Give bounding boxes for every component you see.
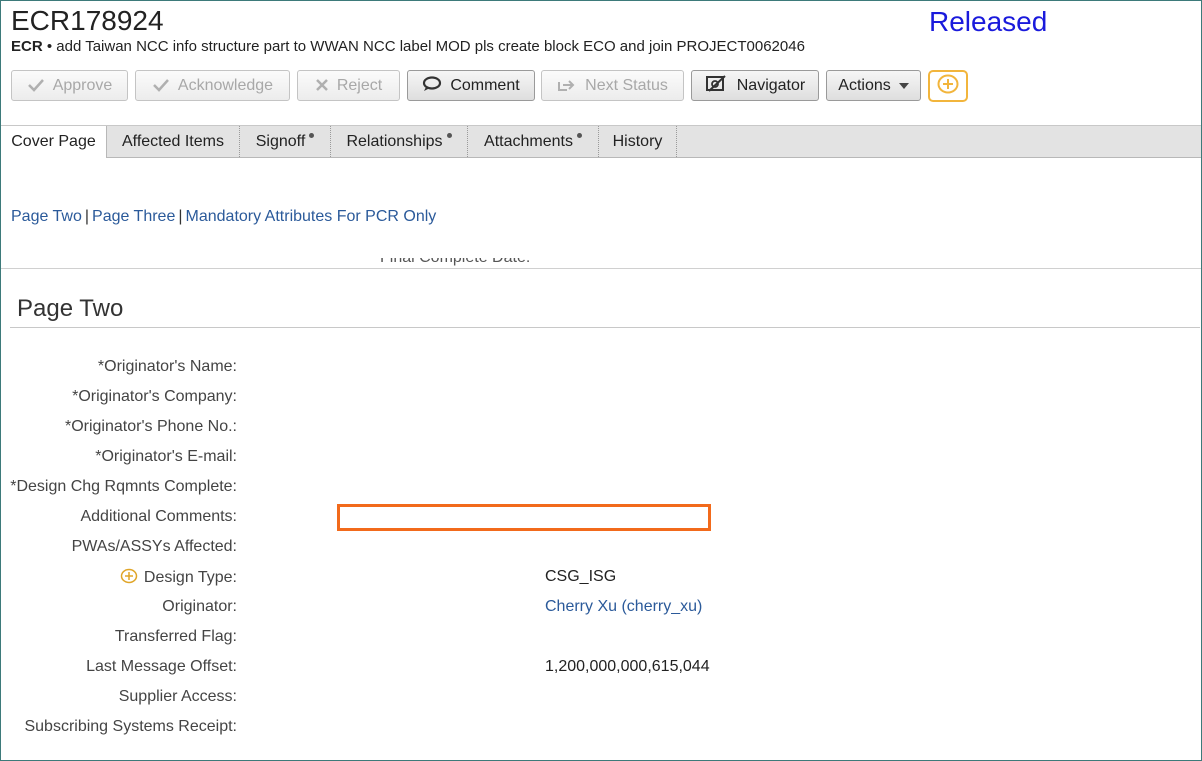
acknowledge-label: Acknowledge (177, 76, 274, 94)
field-row-subscribing-systems: Subscribing Systems Receipt: (0, 718, 900, 740)
indicator-dot-icon (576, 133, 582, 138)
reject-label: Reject (336, 76, 383, 94)
object-id-title: ECR178924 (11, 5, 164, 36)
reject-button[interactable]: Reject (297, 70, 400, 101)
field-row-originator-phone: *Originator's Phone No.: (0, 418, 900, 440)
field-row-originator: Originator: Cherry Xu (cherry_xu) (0, 598, 900, 620)
approve-button[interactable]: Approve (11, 70, 128, 101)
actions-label: Actions (838, 76, 891, 94)
tab-affected-items[interactable]: Affected Items (107, 126, 240, 157)
tab-label: Affected Items (122, 132, 224, 150)
plus-circle-icon[interactable] (120, 568, 138, 589)
next-status-button[interactable]: Next Status (541, 70, 684, 101)
acknowledge-button[interactable]: Acknowledge (135, 70, 290, 101)
add-plus-button[interactable] (928, 70, 968, 102)
x-icon (315, 77, 329, 95)
highlight-box (337, 504, 711, 531)
tab-bar: Cover Page Affected Items Signoff Relati… (1, 125, 1201, 158)
tab-relationships[interactable]: Relationships (331, 126, 468, 157)
field-label: PWAs/ASSYs Affected: (71, 538, 237, 555)
field-row-last-message-offset: Last Message Offset: 1,200,000,000,615,0… (0, 658, 900, 680)
field-label: Transferred Flag: (114, 628, 237, 645)
field-row-transferred-flag: Transferred Flag: (0, 628, 900, 650)
checkmark-icon (27, 77, 45, 95)
tab-label: History (612, 132, 663, 150)
field-row-design-chg-complete: *Design Chg Rqmnts Complete: (0, 478, 900, 500)
tab-history[interactable]: History (599, 126, 677, 157)
tab-attachments[interactable]: Attachments (468, 126, 599, 157)
originator-link[interactable]: Cherry Xu (cherry_xu) (545, 598, 702, 616)
link-page-two[interactable]: Page Two (11, 208, 82, 225)
cutoff-field-label: Final Complete Date: (380, 258, 530, 267)
field-row-design-type: Design Type: CSG_ISG (0, 568, 900, 590)
field-label: *Design Chg Rqmnts Complete: (10, 478, 237, 495)
object-type: ECR (11, 38, 43, 55)
field-label: *Originator's Company: (72, 388, 237, 405)
field-row-originator-name: *Originator's Name: (0, 358, 900, 380)
type-separator: • (46, 38, 53, 55)
link-separator: | (178, 208, 183, 225)
page-links: Page Two | Page Three | Mandatory Attributes… (11, 208, 436, 226)
tab-label: Relationships (346, 132, 443, 150)
indicator-dot-icon (446, 133, 452, 138)
comment-button[interactable]: Comment (407, 70, 535, 101)
navigator-button[interactable]: Navigator (691, 70, 819, 101)
link-page-three[interactable]: Page Three (92, 208, 175, 225)
field-label: *Originator's Name: (97, 358, 237, 375)
link-mandatory-attributes[interactable]: Mandatory Attributes For PCR Only (186, 208, 437, 225)
section-divider (10, 327, 1200, 328)
speech-bubble-icon (422, 76, 442, 95)
field-label: *Originator's Phone No.: (64, 418, 237, 435)
indicator-dot-icon (309, 133, 315, 138)
section-title: Page Two (17, 295, 124, 322)
arrow-right-icon (557, 77, 577, 95)
description-text: add Taiwan NCC info structure part to WW… (56, 38, 805, 55)
chevron-down-icon (898, 82, 909, 89)
cutoff-text: Final Complete Date: (380, 258, 530, 266)
field-label: Additional Comments: (80, 508, 237, 525)
field-label: Design Type: (143, 569, 237, 586)
actions-dropdown[interactable]: Actions (826, 70, 921, 101)
plus-circle-icon (936, 73, 960, 100)
field-row-pwas-assys: PWAs/ASSYs Affected: (0, 538, 900, 560)
checkmark-icon (152, 77, 170, 95)
field-value: CSG_ISG (545, 568, 617, 585)
scroll-divider (1, 268, 1201, 269)
field-label: Supplier Access: (118, 688, 237, 705)
field-label: Last Message Offset: (86, 658, 237, 675)
field-row-originator-company: *Originator's Company: (0, 388, 900, 410)
object-description: ECR • add Taiwan NCC info structure part… (11, 38, 805, 55)
field-label: *Originator's E-mail: (95, 448, 237, 465)
navigator-label: Navigator (736, 76, 806, 94)
next-status-label: Next Status (585, 76, 668, 94)
link-separator: | (84, 208, 90, 225)
tab-label: Cover Page (11, 133, 96, 150)
tab-cover-page[interactable]: Cover Page (1, 126, 107, 158)
approve-label: Approve (52, 76, 113, 94)
field-row-supplier-access: Supplier Access: (0, 688, 900, 710)
field-value: 1,200,000,000,615,044 (545, 658, 710, 675)
field-label: Originator: (162, 598, 237, 615)
tab-label: Attachments (484, 132, 573, 150)
field-label: Subscribing Systems Receipt: (24, 718, 237, 735)
tab-signoff[interactable]: Signoff (240, 126, 331, 157)
field-row-originator-email: *Originator's E-mail: (0, 448, 900, 470)
field-label-wrap: Design Type: (120, 568, 237, 589)
comment-label: Comment (450, 76, 520, 94)
tab-label: Signoff (255, 132, 306, 150)
navigator-icon (705, 75, 729, 96)
status-label: Released (929, 6, 1048, 37)
